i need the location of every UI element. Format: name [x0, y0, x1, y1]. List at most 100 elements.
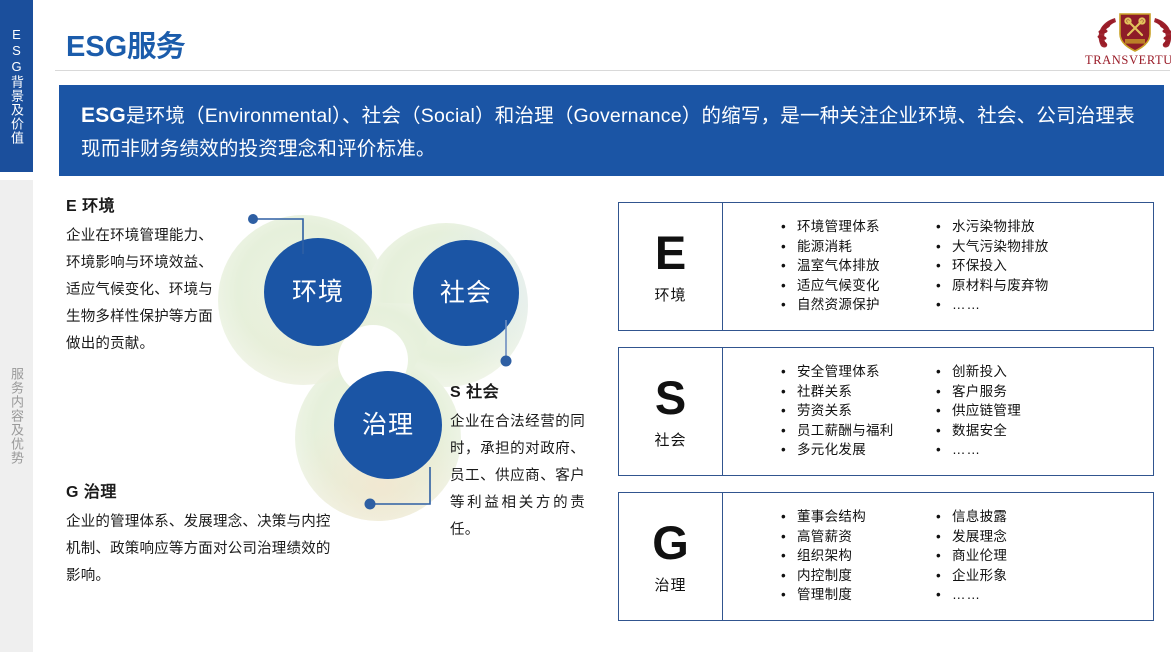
pillar-topic-label: 适应气候变化	[797, 277, 880, 293]
sidebar-divider	[0, 172, 33, 180]
pillar-topic-item: • 创新投入	[936, 362, 1128, 382]
bullet-icon: •	[936, 403, 942, 418]
pillar-topic-label: 信息披露	[952, 509, 1008, 524]
bullet-icon: •	[936, 383, 942, 399]
pillar-letter: G	[652, 515, 689, 569]
bullet-icon: •	[781, 422, 787, 438]
logo-wordmark: TRANSVERTURE	[1085, 53, 1171, 67]
description-social: S 社会 企业在合法经营的同时，承担的对政府、员工、供应商、客户等利益相关方的责…	[450, 378, 585, 544]
pillar-topic-item: • 安全管理体系	[781, 362, 908, 382]
pillar-topic-label: 多元化发展	[797, 442, 866, 457]
pillar-card-environment: E 环境 • 环境管理体系 • 能源消耗 • 温室气体排放 • 适应气候变化 • 自然资源保护 •…	[618, 202, 1154, 331]
esg-definition-emphasis: ESG	[81, 104, 126, 127]
header-divider	[55, 70, 1170, 71]
bullet-icon: •	[936, 509, 942, 524]
pillar-card-social: S 社会 • 安全管理体系 • 社群关系 • 劳资关系 • 员工薪酬与福利 • 多元化发展 • 创新…	[618, 347, 1154, 476]
pillar-topic-label: 组织架构	[797, 548, 853, 563]
bullet-icon: •	[781, 258, 787, 273]
bullet-icon: •	[781, 403, 787, 418]
diagram-node-label-social: 社会	[440, 279, 492, 307]
bullet-icon: •	[781, 509, 787, 524]
pillar-topic-label: 劳资关系	[797, 403, 853, 418]
bullet-icon: •	[781, 238, 787, 254]
description-body: 企业在环境管理能力、环境影响与环境效益、适应气候变化、环境与生物多样性保护等方面…	[66, 228, 213, 352]
bullet-icon: •	[936, 422, 942, 438]
pillar-topic-item: • 社群关系	[781, 382, 908, 402]
pillar-topic-item: • 组织架构	[781, 546, 908, 566]
bullet-icon: •	[781, 587, 787, 602]
pillar-topic-label: 董事会结构	[797, 509, 866, 524]
bullet-icon: •	[781, 383, 787, 399]
bullet-icon: •	[781, 219, 787, 234]
pillar-topic-column-right: • 信息披露 • 发展理念 • 商业伦理 • 企业形象 • ……	[908, 507, 1128, 620]
pillar-topic-item: • 数据安全	[936, 421, 1128, 441]
pillar-topic-label: 自然资源保护	[797, 297, 880, 312]
esg-definition-banner: ESG是环境（Environmental）、社会（Social）和治理（Gove…	[59, 85, 1164, 176]
sidebar-tab-label: 服务内容及优势	[9, 367, 24, 465]
pillar-subtitle: 社会	[654, 431, 687, 449]
pillar-topic-item: • 多元化发展	[781, 440, 908, 460]
pillar-topic-label: 数据安全	[952, 422, 1008, 438]
pillar-topic-item: • 原材料与废弃物	[936, 276, 1128, 296]
description-body: 企业的管理体系、发展理念、决策与内控机制、政策响应等方面对公司治理绩效的影响。	[66, 514, 331, 584]
bullet-icon: •	[936, 567, 942, 583]
pillar-badge: S 社会	[619, 348, 723, 475]
pillar-topic-label: 温室气体排放	[797, 258, 880, 273]
pillar-topic-column-left: • 安全管理体系 • 社群关系 • 劳资关系 • 员工薪酬与福利 • 多元化发展	[723, 362, 908, 475]
pillar-topic-item: • 商业伦理	[936, 546, 1128, 566]
pillar-topic-item: • 企业形象	[936, 566, 1128, 586]
pillar-topic-label: 发展理念	[952, 528, 1008, 544]
pillar-topic-label: 环保投入	[952, 258, 1008, 273]
pillar-topic-item: • 水污染物排放	[936, 217, 1128, 237]
slide-content: ESG服务 TRANSVERTU ESG是环境（Environmental）、社…	[33, 0, 1171, 652]
esg-definition-body: 是环境（Environmental）、社会（Social）和治理（Governa…	[81, 105, 1135, 160]
bullet-icon: •	[936, 364, 942, 379]
pillar-topic-label: 能源消耗	[797, 238, 853, 254]
bullet-icon: •	[781, 528, 787, 544]
bullet-icon: •	[781, 548, 787, 563]
pillar-topic-item: • 环保投入	[936, 256, 1128, 276]
pillar-topic-item: • 大气污染物排放	[936, 237, 1128, 257]
pillar-topic-label: 环境管理体系	[797, 219, 880, 234]
bullet-icon: •	[936, 238, 942, 254]
pillar-topic-label: ……	[952, 442, 981, 457]
pillar-subtitle: 治理	[654, 576, 687, 594]
pillar-topic-item: • ……	[936, 585, 1128, 605]
pillar-topic-label: 水污染物排放	[952, 219, 1035, 234]
bullet-icon: •	[936, 277, 942, 293]
pillar-topic-column-right: • 水污染物排放 • 大气污染物排放 • 环保投入 • 原材料与废弃物 • ……	[908, 217, 1128, 330]
esg-definition-text: ESG是环境（Environmental）、社会（Social）和治理（Gove…	[81, 99, 1142, 166]
pillar-topic-label: 原材料与废弃物	[952, 277, 1049, 293]
pillar-topic-item: • 能源消耗	[781, 237, 908, 257]
pillar-topic-item: • 高管薪资	[781, 527, 908, 547]
pillar-topic-label: ……	[952, 587, 981, 602]
bullet-icon: •	[781, 567, 787, 583]
pillar-subtitle: 环境	[654, 286, 687, 304]
pillar-topic-item: • 员工薪酬与福利	[781, 421, 908, 441]
pillar-topic-item: • ……	[936, 440, 1128, 460]
pillar-topic-lists: • 环境管理体系 • 能源消耗 • 温室气体排放 • 适应气候变化 • 自然资源保护 • 水污染物排…	[723, 203, 1153, 330]
pillar-topic-column-right: • 创新投入 • 客户服务 • 供应链管理 • 数据安全 • ……	[908, 362, 1128, 475]
description-governance: G 治理 企业的管理体系、发展理念、决策与内控机制、政策响应等方面对公司治理绩效…	[66, 478, 344, 590]
bullet-icon: •	[781, 297, 787, 312]
sidebar: ESG背景及价值 服务内容及优势	[0, 0, 33, 652]
pillar-letter: E	[654, 225, 687, 279]
bullet-icon: •	[781, 277, 787, 293]
pillar-topic-label: 员工薪酬与福利	[797, 422, 894, 438]
pillar-topic-item: • 环境管理体系	[781, 217, 908, 237]
pillar-topic-label: 供应链管理	[952, 403, 1021, 418]
sidebar-tab-esg-background[interactable]: ESG背景及价值	[0, 0, 33, 172]
pillar-badge: E 环境	[619, 203, 723, 330]
sidebar-tab-label: ESG背景及价值	[9, 27, 24, 145]
pillar-topic-label: 客户服务	[952, 383, 1008, 399]
pillar-topic-label: ……	[952, 297, 981, 312]
pillar-topic-item: • 温室气体排放	[781, 256, 908, 276]
pillar-topic-item: • ……	[936, 295, 1128, 315]
bullet-icon: •	[936, 219, 942, 234]
company-logo: TRANSVERTURE	[1085, 8, 1171, 70]
bullet-icon: •	[936, 548, 942, 563]
sidebar-tab-service-content[interactable]: 服务内容及优势	[0, 180, 33, 652]
pillar-topic-item: • 适应气候变化	[781, 276, 908, 296]
pillar-topic-column-left: • 环境管理体系 • 能源消耗 • 温室气体排放 • 适应气候变化 • 自然资源保护	[723, 217, 908, 330]
pillar-topic-item: • 供应链管理	[936, 401, 1128, 421]
